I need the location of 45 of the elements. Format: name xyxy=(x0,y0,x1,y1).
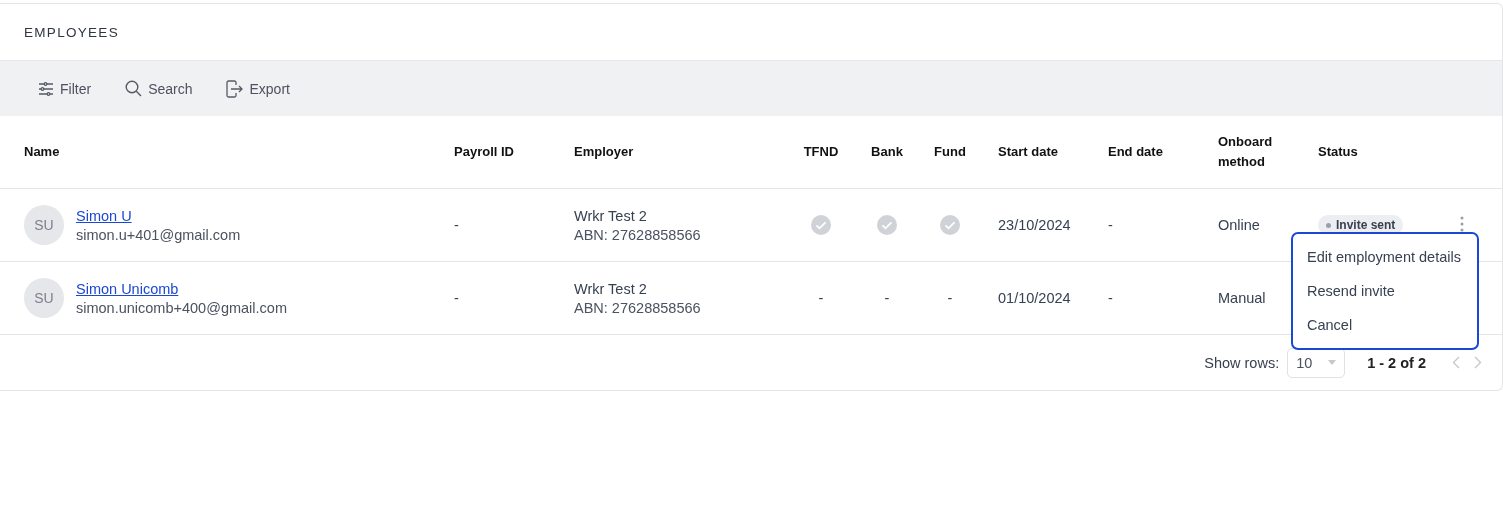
employee-email: simon.unicomb+400@gmail.com xyxy=(76,299,287,316)
column-header: Name xyxy=(24,143,61,161)
table-cell-text: 23/10/2024 xyxy=(997,217,1072,233)
show-rows-label: Show rows: xyxy=(1204,354,1280,371)
search-button[interactable]: Search xyxy=(111,74,205,103)
employee-name-link[interactable]: Simon U xyxy=(76,207,241,224)
employer-abn: ABN: 27628858566 xyxy=(574,226,702,243)
menu-item[interactable]: Resend invite xyxy=(1293,274,1477,308)
table-cell-text: - xyxy=(817,290,825,306)
column-header: Fund xyxy=(933,143,967,161)
column-header: Payroll ID xyxy=(454,143,515,161)
employer-name: Wrkr Test 2 xyxy=(574,280,648,297)
page-range: 1 - 2 of 2 xyxy=(1367,354,1426,371)
table-cell-text: - xyxy=(454,290,460,306)
column-header: Employer xyxy=(574,143,635,161)
menu-item[interactable]: Cancel xyxy=(1293,308,1477,342)
employer-name: Wrkr Test 2 xyxy=(574,207,648,224)
avatar: SU xyxy=(24,278,64,318)
section-title: EMPLOYEES xyxy=(24,24,119,40)
column-header: Start date xyxy=(997,143,1059,161)
filter-button[interactable]: Filter xyxy=(24,74,104,103)
previous-page-icon[interactable] xyxy=(1452,356,1460,369)
employee-email: simon.u+401@gmail.com xyxy=(76,226,241,243)
table-cell-text: - xyxy=(883,290,891,306)
column-header: TFND xyxy=(802,143,840,161)
table-cell-text: - xyxy=(1108,217,1114,233)
employer-abn: ABN: 27628858566 xyxy=(574,299,702,316)
table-cell-text: 01/10/2024 xyxy=(997,290,1072,306)
column-header: Bank xyxy=(870,143,904,161)
table-cell-text: Online xyxy=(1218,217,1261,233)
filter-icon xyxy=(38,81,54,96)
column-header: End date xyxy=(1108,143,1164,161)
column-header: Onboard method xyxy=(1218,133,1274,171)
employee-name-link[interactable]: Simon Unicomb xyxy=(76,280,287,297)
export-icon xyxy=(226,79,244,98)
export-button[interactable]: Export xyxy=(212,73,302,104)
table-cell-text: - xyxy=(1108,290,1114,306)
menu-item[interactable]: Edit employment details xyxy=(1293,240,1477,274)
table-cell-text: - xyxy=(454,217,460,233)
table-cell-text: - xyxy=(946,290,954,306)
next-page-icon[interactable] xyxy=(1474,356,1482,369)
search-icon xyxy=(125,80,143,97)
avatar: SU xyxy=(24,205,64,245)
column-header: Status xyxy=(1318,143,1359,161)
caret-icon xyxy=(1328,360,1337,365)
